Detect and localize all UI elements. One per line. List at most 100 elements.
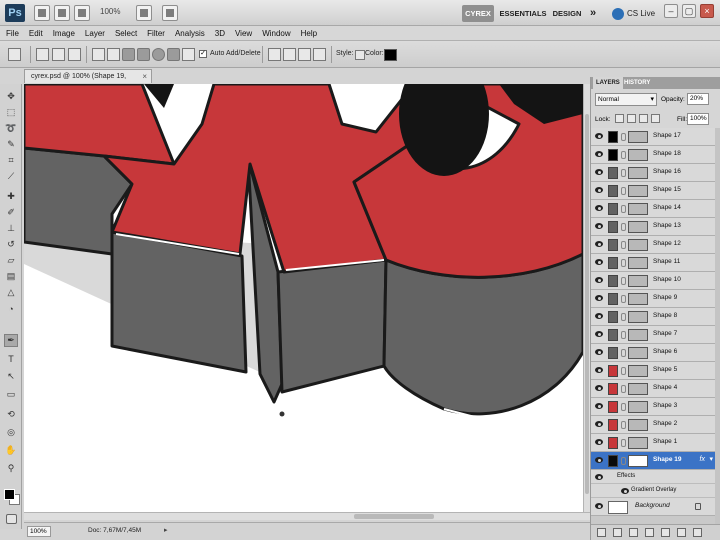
layer-row[interactable]: Shape 5 [591, 362, 715, 380]
pen-tool-icon[interactable]: ✒ [4, 334, 18, 347]
layer-effects-icon[interactable]: fx [700, 456, 705, 463]
type-tool-icon[interactable]: T [4, 352, 18, 365]
menu-layer[interactable]: Layer [85, 26, 105, 41]
vector-mask-thumbnail[interactable] [628, 311, 648, 323]
maximize-button[interactable]: ▢ [682, 4, 696, 18]
paths-mode-icon[interactable] [52, 48, 65, 61]
fill-pixels-mode-icon[interactable] [68, 48, 81, 61]
zoom-level-select[interactable]: 100% [100, 7, 120, 16]
menu-edit[interactable]: Edit [29, 26, 43, 41]
vector-mask-thumbnail[interactable] [628, 347, 648, 359]
new-adjustment-layer-icon[interactable] [645, 528, 654, 537]
gradient-tool-icon[interactable]: ▤ [4, 270, 18, 283]
vector-mask-thumbnail[interactable] [628, 275, 648, 287]
eye-visibility-icon[interactable] [595, 313, 603, 319]
horizontal-scroll-thumb[interactable] [354, 514, 434, 519]
blend-mode-select[interactable]: Normal [595, 93, 657, 106]
minimize-button[interactable]: – [664, 4, 678, 18]
eye-visibility-icon[interactable] [595, 503, 603, 509]
menu-help[interactable]: Help [301, 26, 317, 41]
hand-tool-icon[interactable]: ✋ [4, 444, 18, 457]
exclude-overlap-icon[interactable] [313, 48, 326, 61]
vector-mask-thumbnail[interactable] [628, 383, 648, 395]
eye-visibility-icon[interactable] [595, 349, 603, 355]
quick-selection-tool-icon[interactable]: ✎ [4, 138, 18, 151]
fill-color-swatch[interactable] [608, 185, 618, 197]
fill-color-swatch[interactable] [608, 257, 618, 269]
fill-color-swatch[interactable] [608, 203, 618, 215]
menu-analysis[interactable]: Analysis [175, 26, 205, 41]
arrange-documents-icon[interactable] [136, 5, 152, 21]
screen-mode-icon[interactable] [162, 5, 178, 21]
history-brush-tool-icon[interactable]: ↺ [4, 238, 18, 251]
fill-color-swatch[interactable] [608, 275, 618, 287]
lock-image-pixels-icon[interactable] [627, 114, 636, 123]
foreground-color-swatch[interactable] [4, 489, 15, 500]
layer-row[interactable]: Shape 10 [591, 272, 715, 290]
layer-row[interactable]: Shape 17 [591, 128, 715, 146]
fill-color-swatch[interactable] [608, 167, 618, 179]
eye-visibility-icon[interactable] [595, 169, 603, 175]
path-selection-tool-icon[interactable]: ↖ [4, 370, 18, 383]
vector-mask-thumbnail[interactable] [628, 131, 648, 143]
lock-transparent-pixels-icon[interactable] [615, 114, 624, 123]
cs-live-button[interactable]: CS Live [612, 5, 658, 22]
fill-color-swatch[interactable] [608, 149, 618, 161]
vector-mask-thumbnail[interactable] [628, 419, 648, 431]
fill-color-swatch[interactable] [608, 419, 618, 431]
eye-visibility-icon[interactable] [595, 295, 603, 301]
eye-visibility-icon[interactable] [595, 385, 603, 391]
fill-color-swatch[interactable] [608, 401, 618, 413]
layer-row-selected[interactable]: Shape 19 fx ▾ [591, 452, 715, 470]
anchor-point[interactable] [279, 411, 285, 417]
ellipse-shape-icon[interactable] [152, 48, 165, 61]
tab-layers[interactable]: LAYERS [593, 77, 623, 89]
layer-row[interactable]: Shape 16 [591, 164, 715, 182]
polygon-shape-icon[interactable] [167, 48, 180, 61]
clone-stamp-tool-icon[interactable]: ⊥ [4, 222, 18, 235]
eye-visibility-icon[interactable] [595, 439, 603, 445]
new-group-folder-icon[interactable] [661, 528, 670, 537]
workspace-essentials-button[interactable]: ESSENTIALS [498, 5, 548, 22]
layer-row[interactable]: Shape 12 [591, 236, 715, 254]
eye-visibility-icon[interactable] [595, 205, 603, 211]
vector-mask-thumbnail[interactable] [628, 437, 648, 449]
vector-mask-thumbnail[interactable] [628, 293, 648, 305]
add-layer-mask-icon[interactable] [629, 528, 638, 537]
eye-visibility-icon[interactable] [595, 457, 603, 463]
menu-select[interactable]: Select [115, 26, 137, 41]
status-menu-arrow-icon[interactable]: ▸ [164, 526, 168, 534]
expand-effects-icon[interactable]: ▾ [709, 455, 713, 463]
fill-color-swatch[interactable] [608, 131, 618, 143]
eye-visibility-icon[interactable] [595, 367, 603, 373]
layer-row[interactable]: Shape 4 [591, 380, 715, 398]
eraser-tool-icon[interactable]: ▱ [4, 254, 18, 267]
layer-row-background[interactable]: Background [591, 498, 715, 516]
opacity-field[interactable]: 20% [687, 93, 709, 105]
fill-color-swatch[interactable] [608, 437, 618, 449]
add-layer-style-icon[interactable] [613, 528, 622, 537]
zoom-field[interactable]: 100% [27, 526, 51, 537]
eye-visibility-icon[interactable] [621, 488, 629, 494]
layer-row[interactable]: Shape 3 [591, 398, 715, 416]
lock-position-icon[interactable] [639, 114, 648, 123]
marquee-tool-icon[interactable]: ⬚ [4, 106, 18, 119]
vertical-scroll-thumb[interactable] [585, 114, 589, 494]
intersect-shape-areas-icon[interactable] [298, 48, 311, 61]
more-workspaces-icon[interactable]: » [586, 5, 600, 22]
3d-orbit-tool-icon[interactable]: ◎ [4, 426, 18, 439]
auto-add-delete-checkbox[interactable]: ✓ [199, 50, 207, 58]
fill-color-swatch[interactable] [608, 455, 618, 467]
quick-mask-icon[interactable] [6, 514, 17, 524]
vector-mask-thumbnail[interactable] [628, 221, 648, 233]
fill-color-swatch[interactable] [608, 239, 618, 251]
menu-image[interactable]: Image [53, 26, 75, 41]
layers-scrollbar[interactable] [715, 128, 720, 524]
link-layers-icon[interactable] [597, 528, 606, 537]
fill-color-swatch[interactable] [608, 347, 618, 359]
layer-row[interactable]: Shape 8 [591, 308, 715, 326]
fill-color-swatch[interactable] [608, 383, 618, 395]
eye-visibility-icon[interactable] [595, 259, 603, 265]
move-tool-icon[interactable]: ✥ [4, 90, 18, 103]
layer-row[interactable]: Shape 13 [591, 218, 715, 236]
